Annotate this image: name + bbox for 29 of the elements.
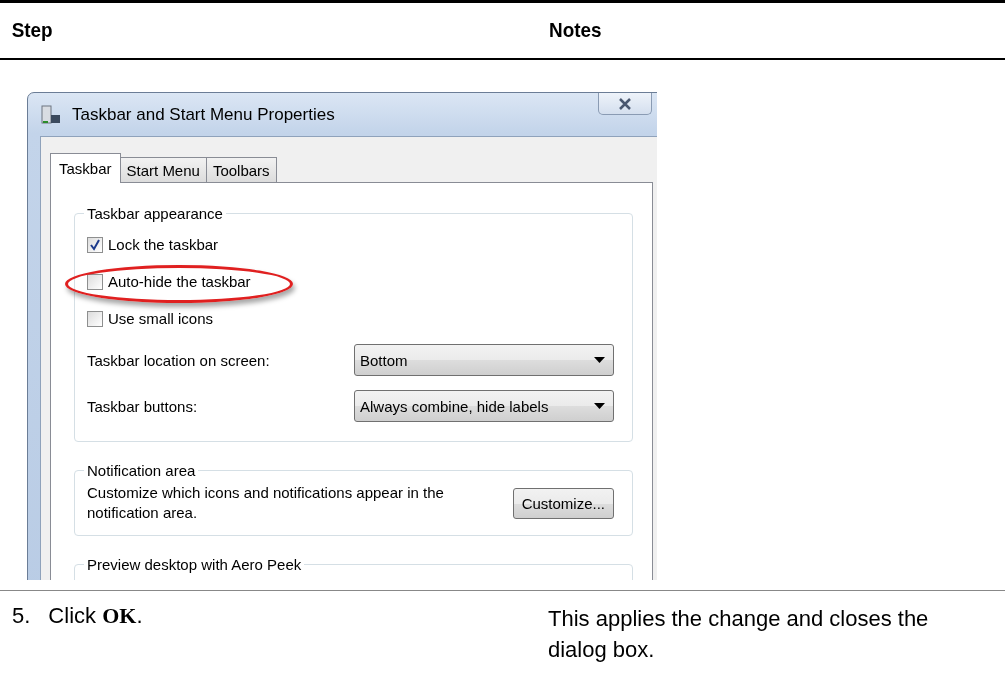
- taskbar-icon: [40, 104, 62, 125]
- step-note: This applies the change and closes the dialog box.: [548, 605, 930, 664]
- description-text: Customize which icons and notifications appear in the notification area.: [87, 483, 445, 523]
- window-title: Taskbar and Start Menu Properties: [72, 104, 335, 125]
- close-button[interactable]: [598, 93, 652, 115]
- checkbox[interactable]: [87, 236, 103, 253]
- caret-icon: [594, 403, 605, 409]
- group-title: Preview desktop with Aero Peek: [86, 556, 303, 573]
- tab[interactable]: Taskbar: [50, 153, 121, 183]
- field-label: Taskbar location on screen:: [87, 351, 270, 369]
- dropdown[interactable]: Always combine, hide labels: [354, 390, 614, 422]
- field-label: Taskbar buttons:: [87, 397, 198, 415]
- customize-button[interactable]: Customize...: [512, 487, 614, 519]
- checkbox[interactable]: [87, 310, 103, 327]
- dropdown[interactable]: Bottom: [354, 344, 614, 376]
- tab[interactable]: Start Menu: [119, 157, 207, 182]
- caret-icon: [594, 357, 605, 363]
- tab[interactable]: Toolbars: [205, 157, 277, 182]
- column-header: Step: [10, 17, 54, 42]
- step-number: 5.: [12, 603, 31, 630]
- group-title: Notification area: [86, 462, 197, 479]
- step-text: Click OK.: [48, 603, 143, 630]
- checkbox-label[interactable]: Lock the taskbar: [108, 236, 219, 253]
- group-title: Taskbar appearance: [86, 205, 224, 222]
- column-header: Notes: [549, 17, 602, 42]
- checkbox-label[interactable]: Auto-hide the taskbar: [108, 273, 251, 290]
- checkbox[interactable]: [87, 273, 103, 290]
- close-icon: [618, 96, 632, 111]
- checkbox-label[interactable]: Use small icons: [108, 310, 214, 327]
